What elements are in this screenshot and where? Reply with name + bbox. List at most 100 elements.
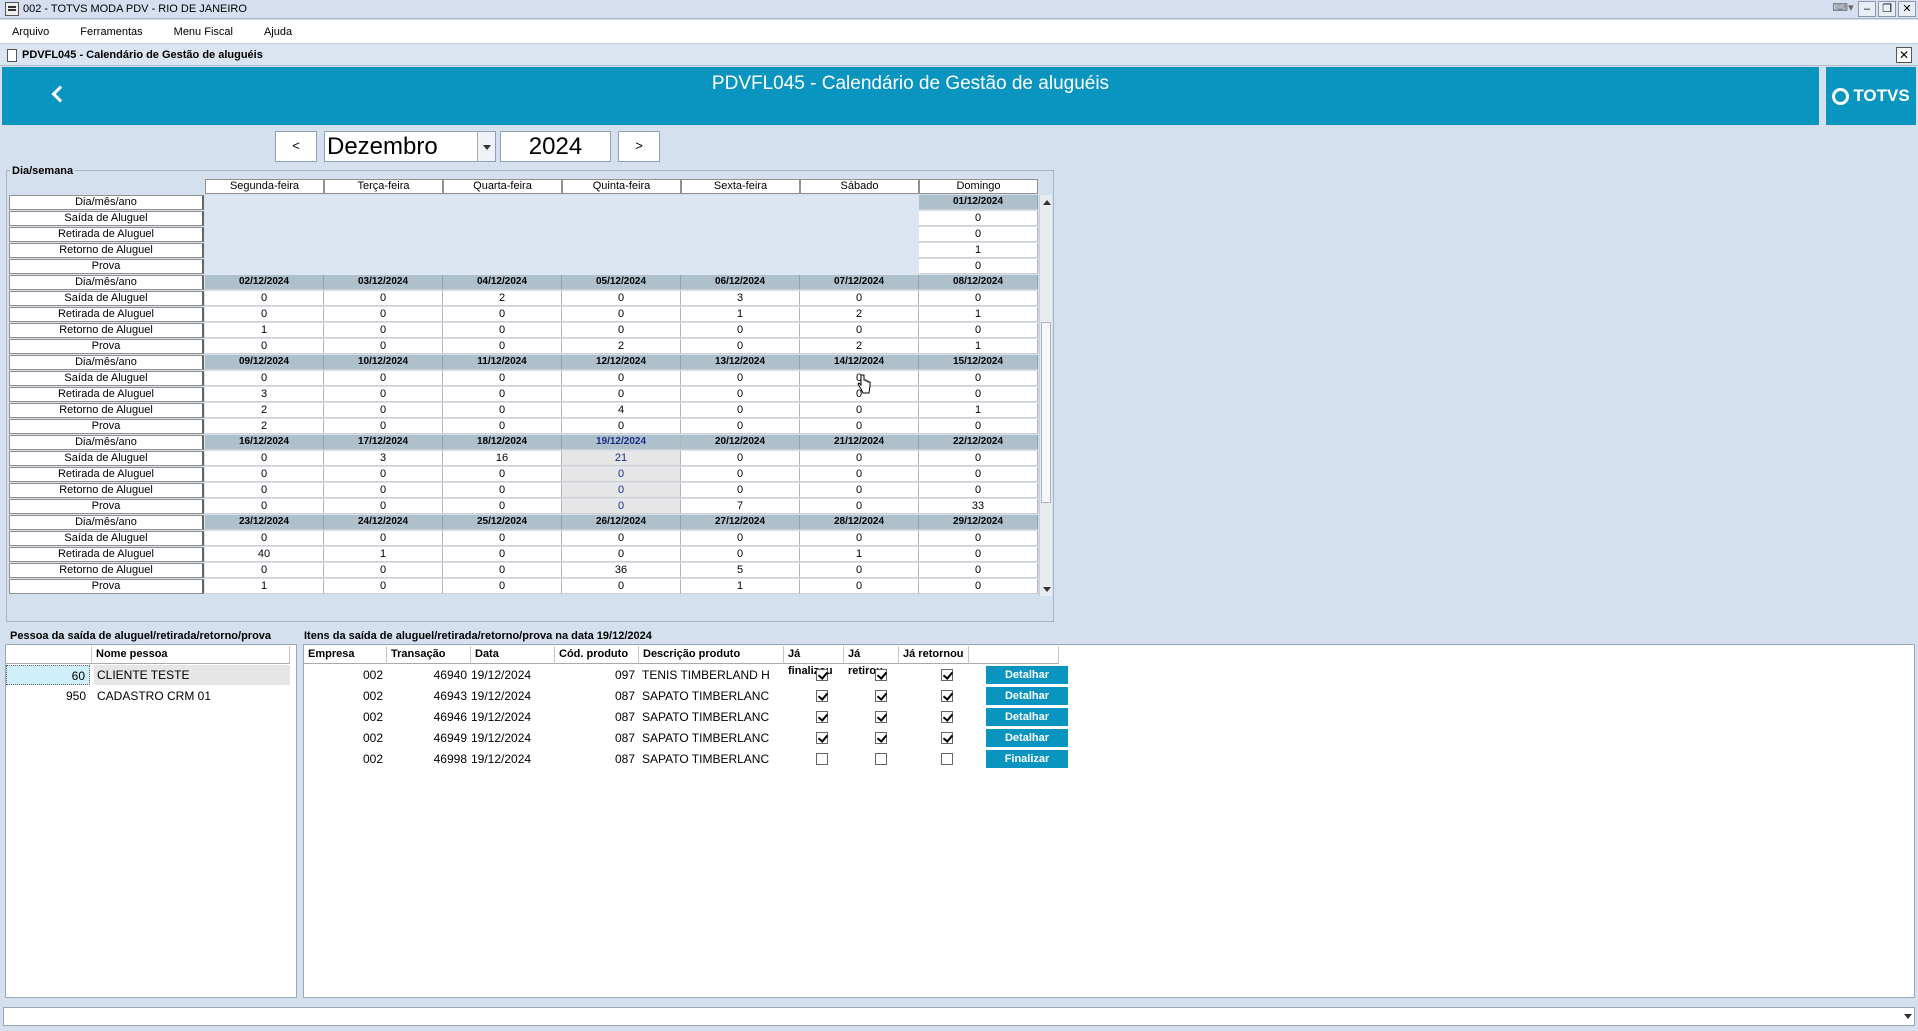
calendar-count-cell-prova[interactable]: 33 xyxy=(919,499,1038,514)
col-ja-retornou[interactable]: Já retornou xyxy=(899,646,969,664)
calendar-date-cell[interactable]: 01/12/2024 xyxy=(919,195,1038,210)
item-descricao[interactable]: SAPATO TIMBERLANC xyxy=(642,707,784,727)
item-descricao[interactable]: SAPATO TIMBERLANC xyxy=(642,749,784,769)
col-cod-produto[interactable]: Cód. produto xyxy=(555,646,639,664)
calendar-date-cell[interactable]: 03/12/2024 xyxy=(324,275,443,290)
calendar-count-cell-prova[interactable]: 0 xyxy=(919,259,1038,274)
ja-finalizou-checkbox[interactable] xyxy=(816,690,828,702)
item-data[interactable]: 19/12/2024 xyxy=(471,728,555,748)
item-empresa[interactable]: 002 xyxy=(304,665,387,685)
calendar-count-cell-retirada[interactable]: 0 xyxy=(443,387,562,402)
calendar-count-cell-retirada[interactable]: 0 xyxy=(919,387,1038,402)
close-window-button[interactable]: ✕ xyxy=(1898,1,1916,17)
calendar-count-cell-prova[interactable]: 2 xyxy=(562,339,681,354)
calendar-count-cell-prova[interactable]: 0 xyxy=(800,419,919,434)
calendar-count-cell-saida[interactable]: 0 xyxy=(919,211,1038,226)
calendar-count-cell-saida[interactable]: 0 xyxy=(919,371,1038,386)
calendar-date-cell[interactable]: 15/12/2024 xyxy=(919,355,1038,370)
calendar-count-cell-retirada[interactable]: 0 xyxy=(919,227,1038,242)
item-transacao[interactable]: 46946 xyxy=(387,707,471,727)
calendar-count-cell-retorno[interactable]: 0 xyxy=(205,563,324,578)
item-cod-produto[interactable]: 087 xyxy=(555,707,639,727)
calendar-date-cell[interactable]: 20/12/2024 xyxy=(681,435,800,450)
calendar-date-cell[interactable]: 21/12/2024 xyxy=(800,435,919,450)
calendar-date-cell[interactable]: 14/12/2024 xyxy=(800,355,919,370)
calendar-count-cell-prova[interactable]: 0 xyxy=(324,339,443,354)
calendar-count-cell-retirada[interactable]: 0 xyxy=(919,547,1038,562)
detalhar-button[interactable]: Detalhar xyxy=(986,708,1068,726)
calendar-date-cell[interactable]: 10/12/2024 xyxy=(324,355,443,370)
scroll-thumb[interactable] xyxy=(1041,322,1051,503)
person-code[interactable]: 950 xyxy=(6,686,90,706)
item-transacao[interactable]: 46943 xyxy=(387,686,471,706)
calendar-scrollbar[interactable] xyxy=(1039,195,1052,596)
calendar-count-cell-saida[interactable]: 0 xyxy=(443,531,562,546)
col-transacao[interactable]: Transação xyxy=(387,646,471,664)
calendar-count-cell-saida[interactable]: 0 xyxy=(324,371,443,386)
calendar-date-cell[interactable]: 16/12/2024 xyxy=(205,435,324,450)
close-subwindow-button[interactable]: ✕ xyxy=(1896,47,1912,63)
ja-retornou-checkbox[interactable] xyxy=(941,669,953,681)
chevron-down-icon[interactable] xyxy=(477,132,495,161)
menu-ajuda[interactable]: Ajuda xyxy=(264,26,292,38)
keyboard-icon[interactable]: ⌨▾ xyxy=(1830,1,1856,17)
calendar-date-cell[interactable]: 26/12/2024 xyxy=(562,515,681,530)
calendar-count-cell-saida[interactable]: 0 xyxy=(800,291,919,306)
calendar-count-cell-retirada[interactable]: 1 xyxy=(324,547,443,562)
calendar-count-cell-prova[interactable]: 2 xyxy=(800,339,919,354)
calendar-date-cell[interactable]: 13/12/2024 xyxy=(681,355,800,370)
calendar-count-cell-retorno[interactable]: 0 xyxy=(324,323,443,338)
calendar-count-cell-retirada[interactable]: 1 xyxy=(919,307,1038,322)
year-input[interactable]: 2024 xyxy=(500,131,611,162)
calendar-count-cell-saida[interactable]: 0 xyxy=(681,451,800,466)
calendar-count-cell-retirada[interactable]: 1 xyxy=(800,547,919,562)
calendar-count-cell-prova[interactable]: 0 xyxy=(800,579,919,594)
calendar-count-cell-saida[interactable]: 0 xyxy=(205,371,324,386)
calendar-count-cell-prova[interactable]: 0 xyxy=(324,419,443,434)
item-data[interactable]: 19/12/2024 xyxy=(471,707,555,727)
calendar-count-cell-retorno[interactable]: 0 xyxy=(443,563,562,578)
prev-month-button[interactable]: < xyxy=(275,131,317,162)
calendar-count-cell-saida[interactable]: 0 xyxy=(919,291,1038,306)
calendar-count-cell-prova[interactable]: 0 xyxy=(443,499,562,514)
calendar-count-cell-retirada[interactable]: 0 xyxy=(205,467,324,482)
calendar-count-cell-prova[interactable]: 0 xyxy=(443,339,562,354)
scroll-down-icon[interactable] xyxy=(1043,587,1051,592)
calendar-count-cell-retorno[interactable]: 0 xyxy=(919,483,1038,498)
item-transacao[interactable]: 46998 xyxy=(387,749,471,769)
menu-fiscal[interactable]: Menu Fiscal xyxy=(174,26,233,38)
calendar-count-cell-saida[interactable]: 0 xyxy=(681,531,800,546)
calendar-count-cell-retorno[interactable]: 0 xyxy=(800,563,919,578)
calendar-count-cell-saida[interactable]: 0 xyxy=(919,451,1038,466)
calendar-date-cell[interactable]: 23/12/2024 xyxy=(205,515,324,530)
calendar-count-cell-prova[interactable]: 0 xyxy=(443,419,562,434)
calendar-count-cell-retirada[interactable]: 0 xyxy=(324,467,443,482)
calendar-count-cell-prova[interactable]: 0 xyxy=(681,419,800,434)
calendar-count-cell-prova[interactable]: 0 xyxy=(562,579,681,594)
calendar-count-cell-saida[interactable]: 0 xyxy=(324,531,443,546)
menu-arquivo[interactable]: Arquivo xyxy=(12,26,49,38)
col-descricao[interactable]: Descrição produto xyxy=(639,646,784,664)
calendar-date-cell[interactable]: 19/12/2024 xyxy=(562,435,681,450)
calendar-count-cell-retirada[interactable]: 0 xyxy=(443,307,562,322)
item-transacao[interactable]: 46940 xyxy=(387,665,471,685)
calendar-count-cell-saida[interactable]: 16 xyxy=(443,451,562,466)
calendar-count-cell-prova[interactable]: 0 xyxy=(800,499,919,514)
month-select[interactable]: Dezembro xyxy=(324,131,496,162)
calendar-count-cell-prova[interactable]: 1 xyxy=(681,579,800,594)
calendar-count-cell-saida[interactable]: 0 xyxy=(205,531,324,546)
calendar-count-cell-retorno[interactable]: 2 xyxy=(205,403,324,418)
calendar-count-cell-retorno[interactable]: 5 xyxy=(681,563,800,578)
calendar-count-cell-retorno[interactable]: 0 xyxy=(324,403,443,418)
calendar-count-cell-saida[interactable]: 0 xyxy=(562,291,681,306)
calendar-count-cell-saida[interactable]: 0 xyxy=(205,451,324,466)
calendar-count-cell-prova[interactable]: 0 xyxy=(681,339,800,354)
calendar-count-cell-retorno[interactable]: 0 xyxy=(800,403,919,418)
chevron-down-icon[interactable] xyxy=(1904,1014,1912,1019)
col-action[interactable] xyxy=(969,646,1059,664)
item-descricao[interactable]: SAPATO TIMBERLANC xyxy=(642,728,784,748)
detalhar-button[interactable]: Detalhar xyxy=(986,687,1068,705)
next-month-button[interactable]: > xyxy=(618,131,660,162)
calendar-count-cell-saida[interactable]: 0 xyxy=(443,371,562,386)
calendar-count-cell-retirada[interactable]: 0 xyxy=(562,467,681,482)
